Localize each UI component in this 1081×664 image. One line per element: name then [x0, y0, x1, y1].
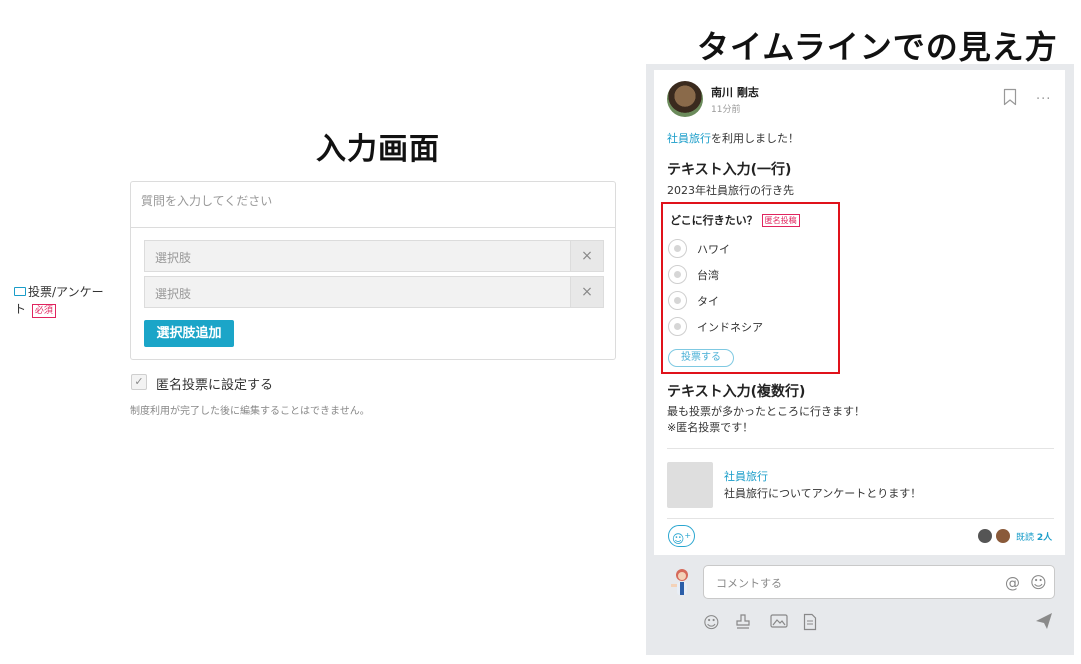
- remove-choice-button[interactable]: ×: [570, 276, 604, 308]
- divider: [667, 448, 1054, 449]
- read-count-value: 2人: [1036, 533, 1053, 543]
- image-icon[interactable]: [770, 613, 788, 633]
- poll-question: どこに行きたい？ 匿名投稿: [670, 212, 800, 228]
- anonymous-checkbox[interactable]: ✓: [131, 374, 147, 390]
- more-icon[interactable]: ···: [1036, 92, 1051, 107]
- used-system-line: 社員旅行を利用しました！: [667, 130, 799, 146]
- file-icon[interactable]: [803, 613, 817, 635]
- vote-button[interactable]: 投票する: [668, 349, 734, 367]
- smile-icon[interactable]: ☺: [1030, 573, 1047, 592]
- radio-button[interactable]: [668, 239, 687, 258]
- poll-option-label: 台湾: [697, 269, 719, 282]
- radio-button[interactable]: [668, 265, 687, 284]
- used-system-suffix: を利用しました！: [711, 132, 799, 145]
- remove-choice-button[interactable]: ×: [570, 240, 604, 272]
- section2-line: 最も投票が多かったところに行きます！: [667, 405, 865, 418]
- group-name-link[interactable]: 社員旅行: [724, 468, 768, 484]
- poll-question-text: どこに行きたい？: [670, 214, 758, 227]
- timeline-title: タイムラインでの見え方: [697, 28, 1058, 66]
- post-time: 11分前: [711, 105, 741, 115]
- commenter-avatar: [668, 567, 694, 597]
- section2-heading: テキスト入力(複数行): [667, 384, 806, 400]
- comment-input[interactable]: コメントする: [703, 565, 1055, 599]
- bookmark-icon[interactable]: [1003, 88, 1017, 110]
- add-reaction-button[interactable]: ☺+: [668, 525, 695, 547]
- divider: [667, 518, 1054, 519]
- field-label: 投票/アンケート 必須: [14, 284, 114, 318]
- used-system-link[interactable]: 社員旅行: [667, 132, 711, 145]
- required-badge: 必須: [31, 304, 56, 318]
- group-thumbnail[interactable]: [667, 462, 713, 508]
- send-icon[interactable]: [1035, 612, 1053, 634]
- poll-option-label: ハワイ: [697, 243, 730, 256]
- anonymous-badge: 匿名投稿: [761, 214, 800, 227]
- edit-note: 制度利用が完了した後に編集することはできません。: [130, 406, 370, 417]
- section2-text: 最も投票が多かったところに行きます！ ※匿名投票です！: [667, 404, 865, 436]
- choice-row: 選択肢 ×: [144, 240, 604, 272]
- at-icon[interactable]: @: [1005, 574, 1020, 592]
- radio-button[interactable]: [668, 317, 687, 336]
- author-avatar[interactable]: [667, 81, 703, 117]
- group-description: 社員旅行についてアンケートとります！: [724, 487, 922, 500]
- stamp-icon[interactable]: [735, 613, 751, 635]
- choice-input[interactable]: 選択肢: [144, 276, 570, 308]
- reader-avatar: [996, 529, 1010, 543]
- reader-avatar: [978, 529, 992, 543]
- section1-text: 2023年社員旅行の行き先: [667, 184, 794, 197]
- section1-heading: テキスト入力(一行): [667, 162, 792, 178]
- field-label-text: 投票/アンケート: [14, 285, 104, 316]
- ballot-icon: [14, 287, 26, 296]
- question-input[interactable]: 質問を入力してください: [131, 182, 615, 228]
- add-choice-button[interactable]: 選択肢追加: [144, 320, 234, 347]
- poll-form: 質問を入力してください 選択肢 × 選択肢 × 選択肢追加: [130, 181, 616, 360]
- choice-input[interactable]: 選択肢: [144, 240, 570, 272]
- section2-line: ※匿名投票です！: [667, 421, 754, 434]
- choice-row: 選択肢 ×: [144, 276, 604, 308]
- input-screen-title: 入力画面: [316, 132, 440, 167]
- emoji-icon[interactable]: ☺: [703, 613, 720, 632]
- author-name[interactable]: 南川 剛志: [711, 84, 759, 100]
- poll-option-label: タイ: [697, 295, 719, 308]
- read-label: 既読: [1016, 533, 1035, 543]
- anonymous-checkbox-label[interactable]: 匿名投票に設定する: [156, 374, 273, 393]
- poll-option-label: インドネシア: [697, 321, 763, 334]
- radio-button[interactable]: [668, 291, 687, 310]
- read-count[interactable]: 既読 2人: [1016, 530, 1052, 543]
